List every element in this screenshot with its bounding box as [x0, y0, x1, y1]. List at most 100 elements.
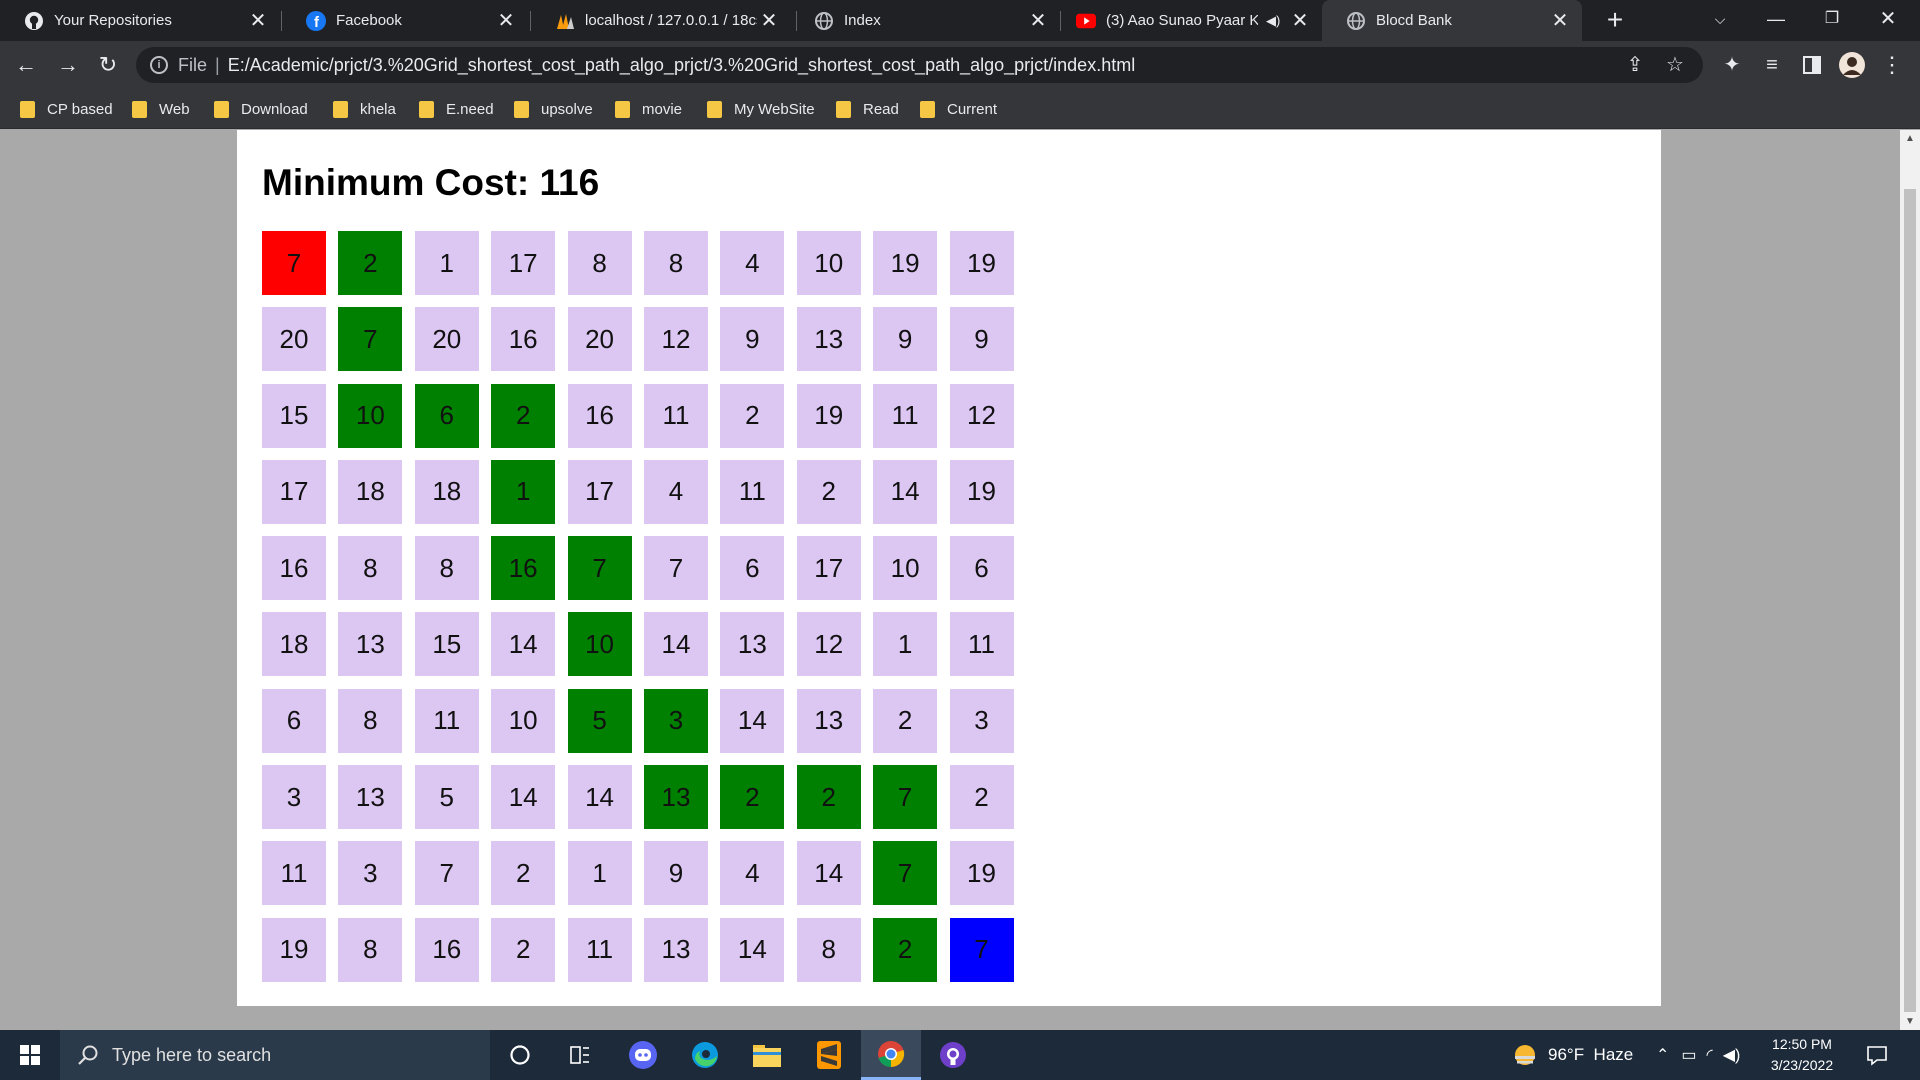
- bookmark-upsolve[interactable]: upsolve: [514, 97, 593, 121]
- grid-cell: 11: [262, 841, 326, 906]
- bookmark-label: khela: [360, 100, 396, 118]
- tab-localhost[interactable]: localhost / 127.0.0.1 / 18cse ✕: [531, 0, 791, 41]
- taskbar-search[interactable]: Type here to search: [60, 1030, 490, 1080]
- grid-cell-path: 6: [414, 383, 479, 448]
- weather-widget[interactable]: 96°F Haze: [1512, 1030, 1633, 1080]
- grid-cell: 2: [720, 383, 785, 448]
- start-button[interactable]: [0, 1030, 60, 1080]
- grid-cell: 8: [338, 536, 403, 601]
- grid-cell: 11: [949, 612, 1014, 677]
- new-tab-button[interactable]: +: [1600, 5, 1630, 35]
- discord-icon[interactable]: [613, 1030, 673, 1080]
- grid-cell-path: 2: [338, 231, 403, 295]
- close-icon[interactable]: ✕: [246, 8, 270, 33]
- edge-icon[interactable]: [675, 1030, 735, 1080]
- tab-title: localhost / 127.0.0.1 / 18cse: [585, 12, 757, 29]
- close-icon[interactable]: ✕: [1026, 8, 1050, 33]
- grid-cell-path: 7: [338, 307, 403, 372]
- scrollbar[interactable]: ▲ ▼: [1900, 130, 1920, 1030]
- notifications-icon[interactable]: [1866, 1030, 1888, 1080]
- bookmark-cp-based[interactable]: CP based: [20, 97, 113, 121]
- grid-cell: 18: [414, 459, 479, 524]
- share-icon[interactable]: ⇪: [1621, 51, 1649, 79]
- bookmark-khela[interactable]: khela: [333, 97, 396, 121]
- menu-icon[interactable]: ⋮: [1876, 49, 1908, 81]
- bookmark-eneed[interactable]: E.need: [419, 97, 494, 121]
- tab-youtube[interactable]: (3) Aao Sunao Pyaar Ki ◀) ✕: [1052, 0, 1322, 41]
- avatar[interactable]: [1836, 49, 1868, 81]
- close-icon[interactable]: ✕: [757, 8, 781, 33]
- grid-cell: 17: [567, 459, 632, 524]
- tab-facebook[interactable]: f Facebook ✕: [282, 0, 528, 41]
- forward-button[interactable]: →: [52, 49, 84, 81]
- page-title: Minimum Cost: 116: [262, 162, 600, 203]
- facebook-icon: f: [306, 10, 326, 31]
- bookmark-label: Read: [863, 100, 899, 118]
- folder-icon: [707, 100, 722, 118]
- grid-cell: 12: [949, 383, 1014, 448]
- bookmark-my-website[interactable]: My WebSite: [707, 97, 815, 121]
- system-tray: ⌃ ▭ ◜ ◀): [1656, 1030, 1740, 1080]
- clock[interactable]: 12:50 PM 3/23/2022: [1752, 1034, 1852, 1076]
- scrollbar-thumb[interactable]: [1904, 189, 1916, 1012]
- grid-cell: 16: [567, 383, 632, 448]
- tab-index[interactable]: Index ✕: [790, 0, 1060, 41]
- sublime-text-icon[interactable]: [799, 1030, 859, 1080]
- volume-icon[interactable]: ◀): [1723, 1045, 1741, 1065]
- grid-cell: 4: [720, 841, 785, 906]
- close-icon[interactable]: ✕: [494, 8, 518, 33]
- bookmark-label: Web: [159, 100, 190, 118]
- extensions-icon[interactable]: ✦: [1716, 49, 1748, 81]
- chrome-icon[interactable]: [861, 1030, 921, 1080]
- address-bar[interactable]: i File | E:/Academic/prjct/3.%20Grid_sho…: [136, 47, 1703, 83]
- side-panel-icon[interactable]: [1796, 49, 1828, 81]
- grid-cell: 13: [796, 307, 861, 372]
- weather-text: 96°F Haze: [1548, 1045, 1634, 1064]
- close-icon[interactable]: ✕: [1288, 8, 1312, 33]
- tab-title: Facebook: [336, 12, 402, 29]
- address-scheme: File: [178, 54, 208, 75]
- speaker-icon[interactable]: ◀): [1266, 13, 1288, 29]
- grid-cell: 9: [720, 307, 785, 372]
- task-view-icon[interactable]: [550, 1030, 610, 1080]
- tab-blocd-bank[interactable]: Blocd Bank ✕: [1322, 0, 1582, 41]
- grid-cell: 14: [643, 612, 708, 677]
- bookmark-label: movie: [642, 100, 683, 118]
- chevron-up-icon[interactable]: ⌃: [1656, 1045, 1669, 1065]
- grid-cell: 6: [949, 536, 1014, 601]
- wifi-icon[interactable]: ◜: [1707, 1045, 1713, 1065]
- grid-cell: 8: [567, 231, 632, 295]
- bookmark-label: Current: [947, 100, 998, 118]
- star-icon[interactable]: ☆: [1661, 51, 1689, 79]
- tab-strip: Your Repositories ✕ f Facebook ✕ localho…: [0, 0, 1920, 41]
- grid-cell-path: 5: [567, 688, 632, 753]
- battery-icon[interactable]: ▭: [1681, 1045, 1696, 1065]
- windows-logo-icon: [20, 1045, 40, 1065]
- close-icon[interactable]: ✕: [1548, 8, 1572, 33]
- bookmark-current[interactable]: Current: [920, 97, 997, 121]
- scroll-up-arrow-icon[interactable]: ▲: [1900, 130, 1920, 147]
- reload-button[interactable]: ↻: [92, 49, 124, 81]
- address-url[interactable]: E:/Academic/prjct/3.%20Grid_shortest_cos…: [228, 55, 1136, 76]
- close-window-button[interactable]: ✕: [1860, 0, 1916, 41]
- cortana-icon[interactable]: [490, 1030, 550, 1080]
- bookmark-web[interactable]: Web: [132, 97, 190, 121]
- bookmark-movie[interactable]: movie: [615, 97, 682, 121]
- info-icon[interactable]: i: [150, 56, 168, 74]
- grid-cell: 19: [873, 231, 938, 295]
- back-button[interactable]: ←: [10, 49, 42, 81]
- restore-button[interactable]: ❐: [1804, 0, 1860, 41]
- grid-cell: 2: [949, 765, 1014, 830]
- tab-your-repositories[interactable]: Your Repositories ✕: [0, 0, 280, 41]
- file-explorer-icon[interactable]: [737, 1030, 797, 1080]
- minimize-button[interactable]: —: [1748, 0, 1804, 41]
- github-desktop-icon[interactable]: [923, 1030, 983, 1080]
- media-control-icon[interactable]: ≡: [1756, 49, 1788, 81]
- tab-search-icon[interactable]: ⌵: [1692, 0, 1748, 41]
- address-separator: |: [215, 54, 220, 75]
- scroll-down-arrow-icon[interactable]: ▼: [1900, 1013, 1920, 1030]
- bookmark-label: CP based: [47, 100, 113, 118]
- globe-icon: [814, 11, 834, 31]
- bookmark-download[interactable]: Download: [214, 97, 308, 121]
- bookmark-read[interactable]: Read: [836, 97, 899, 121]
